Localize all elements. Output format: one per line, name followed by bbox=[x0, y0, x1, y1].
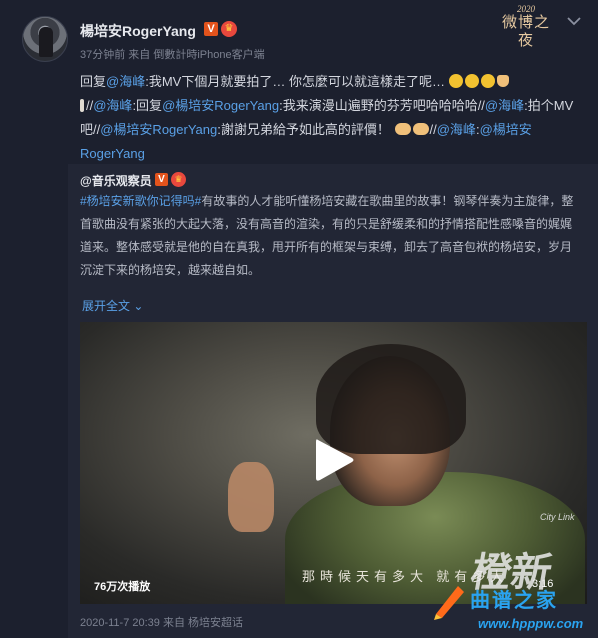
mention-link[interactable]: @楊培安RogerYang bbox=[162, 98, 279, 113]
mention-link[interactable]: @海峰 bbox=[437, 122, 476, 137]
repost-body: #杨培安新歌你记得吗#有故事的人才能听懂杨培安藏在歌曲里的故事！钢琴伴奏为主旋律… bbox=[80, 194, 574, 277]
crown-icon: ♛ bbox=[171, 172, 186, 187]
cry-emoji-icon bbox=[464, 74, 479, 88]
cry-emoji-icon bbox=[448, 74, 463, 88]
crown-icon: ♛ bbox=[221, 21, 237, 37]
pray-emoji-icon bbox=[496, 75, 509, 87]
post-meta: 37分钟前 来自 倒數計時iPhone客户端 bbox=[80, 49, 265, 61]
view-count: 76万次播放 bbox=[94, 581, 151, 593]
mention-link[interactable]: @楊培安RogerYang bbox=[100, 122, 217, 137]
mention-link[interactable]: @海峰 bbox=[485, 98, 524, 113]
site-watermark: 橙新 曲谱之家 www.hpppw.com bbox=[430, 540, 598, 638]
post-text: 回复@海峰:我MV下個月就要拍了… 你怎麼可以就這樣走了呢… //@海峰:回复@… bbox=[80, 74, 574, 161]
clap-emoji-icon bbox=[394, 123, 411, 135]
bottle-emoji-icon bbox=[80, 99, 84, 112]
chevron-down-icon[interactable] bbox=[566, 14, 582, 28]
v-verified-icon: V bbox=[155, 173, 168, 186]
chevron-down-icon: ⌄ bbox=[133, 299, 144, 313]
repost-author[interactable]: @音乐观察员 bbox=[80, 172, 152, 189]
mention-link[interactable]: @海峰 bbox=[93, 98, 132, 113]
hashtag-link[interactable]: #杨培安新歌你记得吗# bbox=[80, 194, 201, 208]
cry-emoji-icon bbox=[480, 74, 495, 88]
weibo-post-card: 楊培安RogerYang V ♛ 37分钟前 来自 倒數計時iPhone客户端 … bbox=[0, 0, 598, 638]
event-logo: 2020 微博之夜 bbox=[501, 4, 550, 49]
play-icon[interactable] bbox=[312, 436, 356, 484]
pen-logo-icon bbox=[430, 580, 470, 620]
handshake-emoji-icon bbox=[412, 123, 429, 135]
username[interactable]: 楊培安RogerYang bbox=[80, 21, 196, 41]
expand-full-text-button[interactable]: 展开全文 ⌄ bbox=[82, 297, 143, 314]
user-avatar[interactable] bbox=[22, 16, 68, 62]
video-frame-hand bbox=[228, 462, 274, 532]
v-verified-icon: V bbox=[204, 22, 218, 36]
channel-logo: City Link bbox=[540, 512, 575, 522]
repost-footer: 2020-11-7 20:39 来自 杨培安超话 bbox=[80, 617, 244, 629]
mention-link[interactable]: @海峰 bbox=[106, 74, 145, 89]
